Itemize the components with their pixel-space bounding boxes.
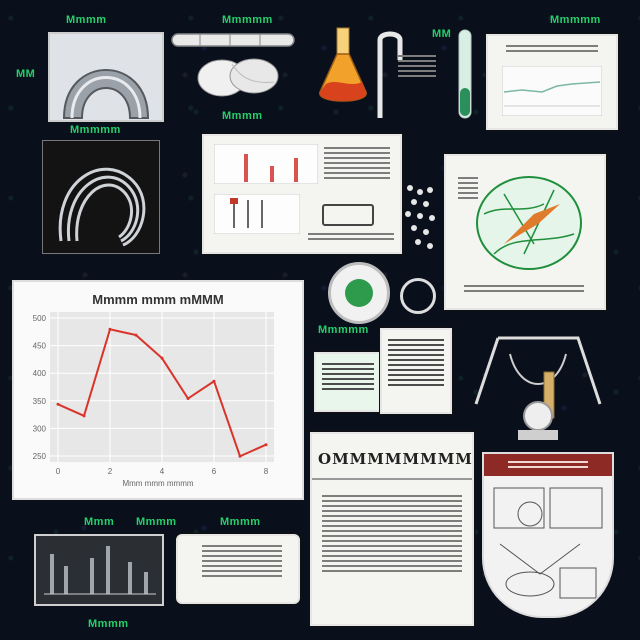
label-bottom-mid: Mmmm — [220, 516, 261, 528]
mini-line-chart — [502, 66, 602, 116]
data-point — [134, 333, 138, 337]
beads-cluster-image — [402, 180, 442, 260]
label-bottom-row: Mmmm — [88, 618, 129, 630]
bar-chart-thumbnail — [214, 144, 318, 184]
data-point — [160, 356, 164, 360]
x-tick-label: 2 — [108, 467, 113, 476]
data-point — [264, 443, 268, 447]
x-axis-label: Mmm mmm mmmm — [122, 479, 193, 488]
y-tick-label: 350 — [33, 397, 47, 406]
x-tick-label: 8 — [264, 467, 269, 476]
shield-panel — [482, 452, 614, 618]
test-tube-icon — [450, 28, 480, 124]
label-side-a: MM — [16, 68, 36, 80]
label-bottom-left-b: Mmmm — [136, 516, 177, 528]
blueprint-diagram — [493, 487, 603, 599]
x-tick-label: 0 — [56, 467, 61, 476]
green-card-panel — [314, 352, 382, 412]
y-ticks: 500 450 400 350 300 250 — [33, 314, 47, 461]
pipe-caption-lines — [398, 52, 436, 80]
tape-strip-image — [170, 30, 296, 50]
notes-card-panel — [380, 328, 452, 414]
label-bottom-left-a: Mmm — [84, 516, 115, 528]
scroll-note-panel — [176, 534, 300, 604]
report-panel-top-right — [486, 34, 618, 130]
y-tick-label: 400 — [33, 369, 47, 378]
y-tick-label: 450 — [33, 342, 47, 351]
data-point — [186, 397, 190, 401]
document-heading: OMMMMMMMM — [318, 450, 473, 468]
cotton-swab-bundle-image — [196, 54, 292, 100]
datasheet-panel — [202, 134, 402, 254]
gauge-frame — [322, 204, 374, 226]
data-point — [238, 454, 242, 458]
y-tick-label: 250 — [33, 452, 47, 461]
label-mid-left: Mmmmm — [318, 324, 369, 336]
scale-instrument-image — [470, 334, 606, 448]
arch-specimen-image — [48, 32, 164, 122]
y-tick-label: 300 — [33, 424, 47, 433]
data-point — [212, 379, 216, 383]
label-side-b: MM — [432, 28, 452, 40]
chart-title: Mmmm mmm mMMM — [92, 292, 223, 307]
label-under-arch: Mmmmm — [70, 124, 121, 136]
data-point — [82, 414, 86, 418]
x-tick-label: 6 — [212, 467, 217, 476]
bar-monitor-panel — [34, 534, 164, 606]
y-tick-label: 500 — [33, 314, 47, 323]
flask-icon — [316, 26, 370, 110]
arch-icon — [50, 34, 162, 120]
scale-icon — [474, 336, 602, 440]
schematic-thumbnail — [214, 194, 300, 234]
line-chart-panel: Mmmm mmm mMMM 500 450 400 350 300 250 0 2 4 6 8 M… — [12, 280, 304, 500]
anatomy-panel — [444, 154, 606, 310]
coil-icon — [58, 167, 146, 247]
petri-dish-icon — [328, 262, 390, 324]
label-top-left: Mmmm — [66, 14, 107, 26]
ring-icon — [400, 278, 436, 314]
label-under-belt: Mmmm — [222, 110, 263, 122]
line-chart: Mmmm mmm mMMM 500 450 400 350 300 250 0 2 4 6 8 M… — [33, 292, 274, 488]
data-point — [56, 402, 60, 406]
anatomy-diagram — [476, 176, 582, 270]
x-ticks: 0 2 4 6 8 — [56, 467, 269, 476]
data-point — [108, 327, 112, 331]
coil-specimen-image — [42, 140, 160, 254]
document-panel: OMMMMMMMM — [310, 432, 474, 626]
label-top-right: Mmmmm — [550, 14, 601, 26]
label-top-mid: Mmmmm — [222, 14, 273, 26]
x-tick-label: 4 — [160, 467, 165, 476]
bar-monitor-chart — [44, 546, 156, 595]
document-rule — [312, 478, 472, 480]
